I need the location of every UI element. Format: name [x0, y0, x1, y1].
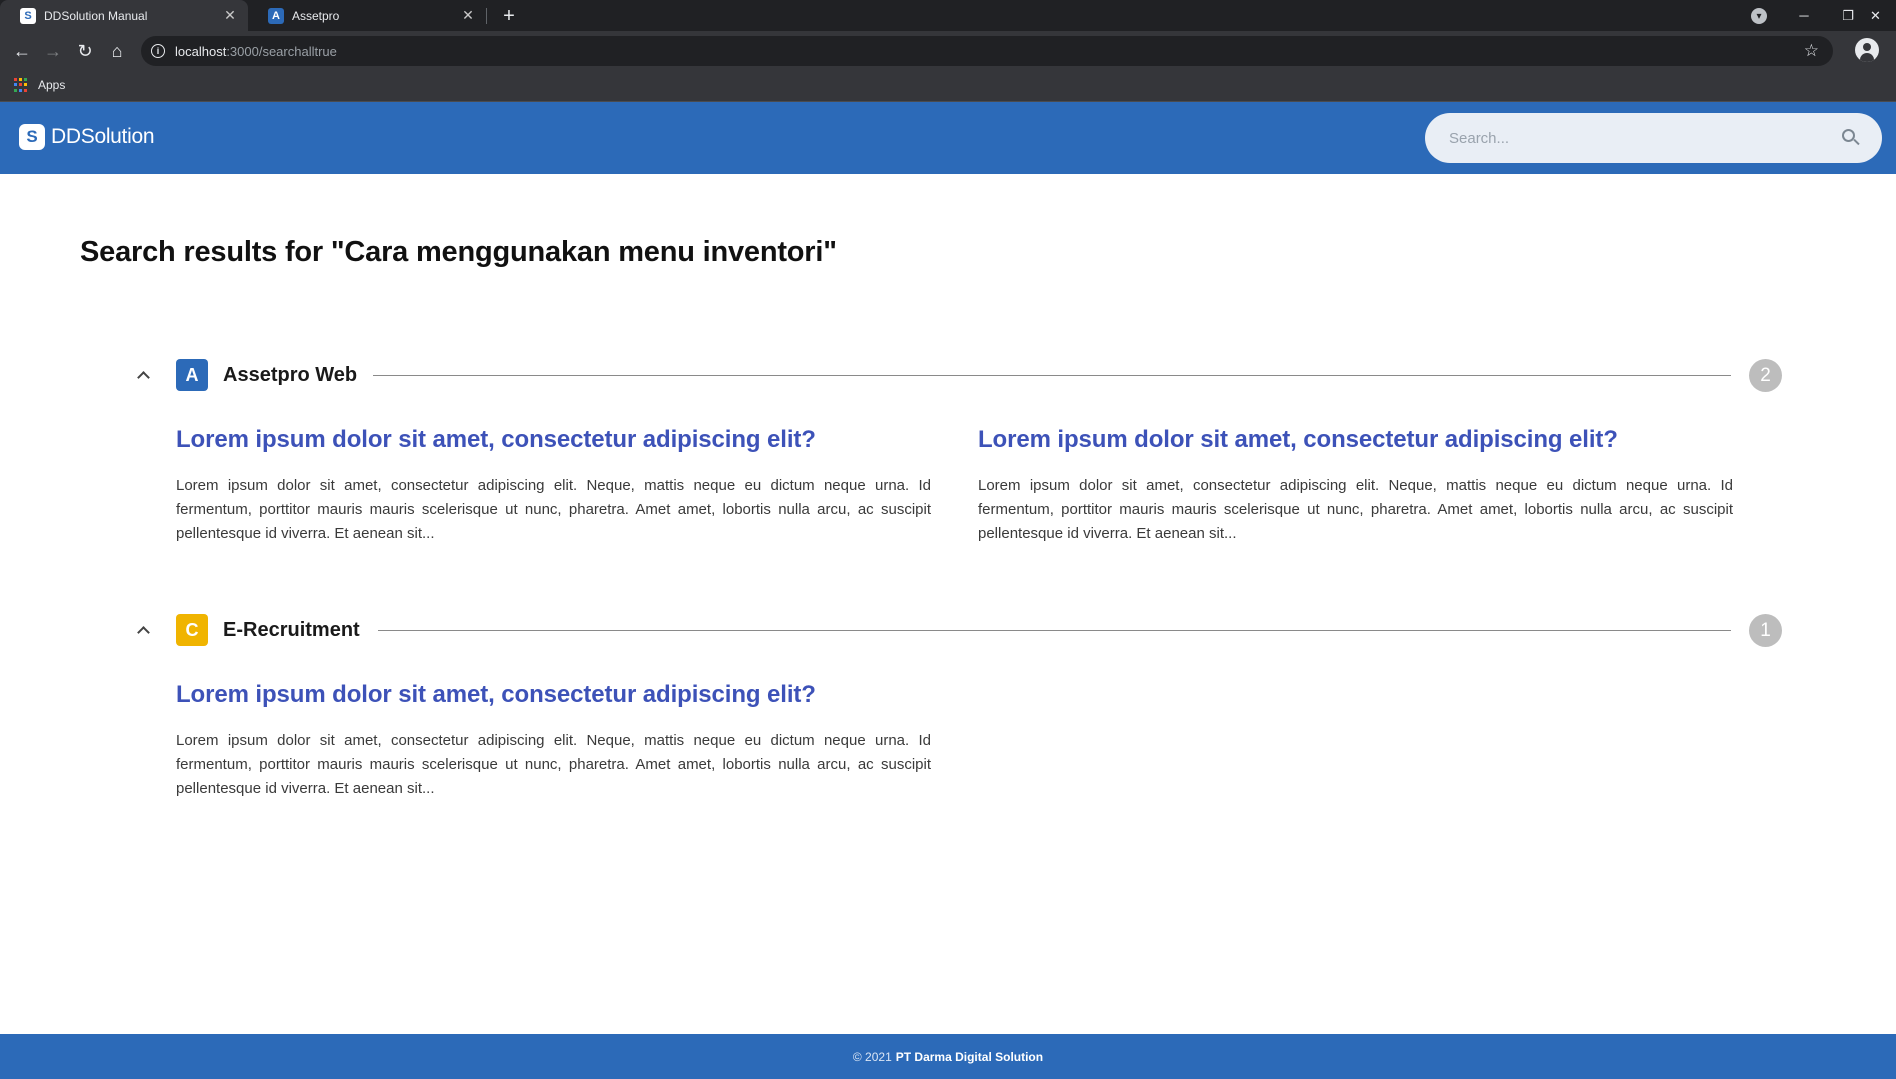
address-bar[interactable]: i localhost:3000/searchalltrue ☆ — [141, 36, 1833, 66]
site-footer: © 2021 PT Darma Digital Solution — [0, 1034, 1896, 1079]
tab-divider — [486, 8, 487, 24]
search-input[interactable] — [1449, 129, 1842, 147]
e-recruitment-app-icon: C — [176, 614, 208, 646]
chevron-up-icon[interactable] — [135, 622, 151, 638]
copyright-text: © 2021 — [852, 1049, 892, 1064]
reload-icon[interactable]: ↻ — [73, 39, 97, 63]
close-window-icon[interactable]: ✕ — [1870, 0, 1896, 31]
result-snippet: Lorem ipsum dolor sit amet, consectetur … — [978, 477, 1733, 542]
back-arrow-icon[interactable]: ← — [10, 39, 34, 63]
group-divider — [378, 630, 1731, 631]
account-icon[interactable] — [1855, 38, 1879, 62]
tab-search-dropdown-icon[interactable]: ▾ — [1751, 8, 1767, 24]
group-name: E-Recruitment — [223, 619, 360, 641]
info-icon[interactable]: i — [151, 44, 165, 58]
logo-mark-icon: S — [19, 124, 45, 150]
group-name: Assetpro Web — [223, 364, 358, 386]
account-body — [1860, 53, 1874, 62]
result-snippet: Lorem ipsum dolor sit amet, consectetur … — [176, 477, 931, 542]
ddsolution-favicon-icon: S — [20, 7, 36, 24]
search-icon[interactable] — [1842, 129, 1860, 147]
search-result: Lorem ipsum dolor sit amet, consectetur … — [176, 426, 931, 546]
group-divider — [373, 375, 1731, 376]
browser-tab-strip: S DDSolution Manual ✕ A Assetpro ✕ + ▾ ─… — [0, 0, 1896, 31]
apps-bookmark[interactable]: Apps — [14, 78, 65, 92]
tab-title: Assetpro — [292, 8, 340, 23]
search-result: Lorem ipsum dolor sit amet, consectetur … — [978, 426, 1733, 546]
browser-toolbar: ← → ↻ ⌂ i localhost:3000/searchalltrue ☆ — [0, 31, 1896, 71]
tab-ddsolution-manual[interactable]: S DDSolution Manual ✕ — [0, 0, 248, 31]
group-header: A Assetpro Web 2 — [0, 358, 1896, 392]
company-name: PT Darma Digital Solution — [895, 1049, 1044, 1064]
result-title-link[interactable]: Lorem ipsum dolor sit amet, consectetur … — [176, 681, 931, 709]
result-snippet: Lorem ipsum dolor sit amet, consectetur … — [176, 732, 931, 797]
result-title-link[interactable]: Lorem ipsum dolor sit amet, consectetur … — [176, 426, 931, 454]
logo-text: DDSolution — [51, 125, 155, 148]
restore-icon[interactable]: ❐ — [1826, 0, 1870, 31]
ddsolution-logo[interactable]: S DDSolution — [19, 124, 155, 150]
chevron-up-icon[interactable] — [135, 367, 151, 383]
home-icon[interactable]: ⌂ — [105, 39, 129, 63]
close-icon[interactable]: ✕ — [222, 7, 238, 24]
url-path: :3000/searchalltrue — [226, 43, 337, 59]
tab-title: DDSolution Manual — [44, 8, 148, 23]
search-box — [1425, 113, 1882, 163]
search-result: Lorem ipsum dolor sit amet, consectetur … — [176, 681, 931, 801]
url-host: localhost — [175, 43, 227, 59]
assetpro-app-icon: A — [176, 359, 208, 391]
page-title: Search results for "Cara menggunakan men… — [80, 236, 837, 268]
site-header: S DDSolution — [0, 102, 1896, 174]
search-handle — [1853, 138, 1860, 146]
minimize-icon[interactable]: ─ — [1782, 0, 1826, 31]
bookmarks-bar: Apps — [0, 71, 1896, 102]
apps-grid-icon — [14, 78, 28, 92]
account-head — [1863, 43, 1871, 51]
group-header: C E-Recruitment 1 — [0, 613, 1896, 647]
bookmark-star-icon[interactable]: ☆ — [1804, 41, 1819, 61]
result-count-badge: 2 — [1749, 359, 1782, 392]
result-title-link[interactable]: Lorem ipsum dolor sit amet, consectetur … — [978, 426, 1733, 454]
tab-assetpro[interactable]: A Assetpro ✕ — [248, 0, 486, 31]
assetpro-favicon-icon: A — [268, 7, 284, 24]
new-tab-button[interactable]: + — [497, 4, 521, 28]
result-count-badge: 1 — [1749, 614, 1782, 647]
close-icon[interactable]: ✕ — [460, 7, 476, 24]
apps-label: Apps — [38, 78, 66, 92]
forward-arrow-icon[interactable]: → — [41, 39, 65, 63]
